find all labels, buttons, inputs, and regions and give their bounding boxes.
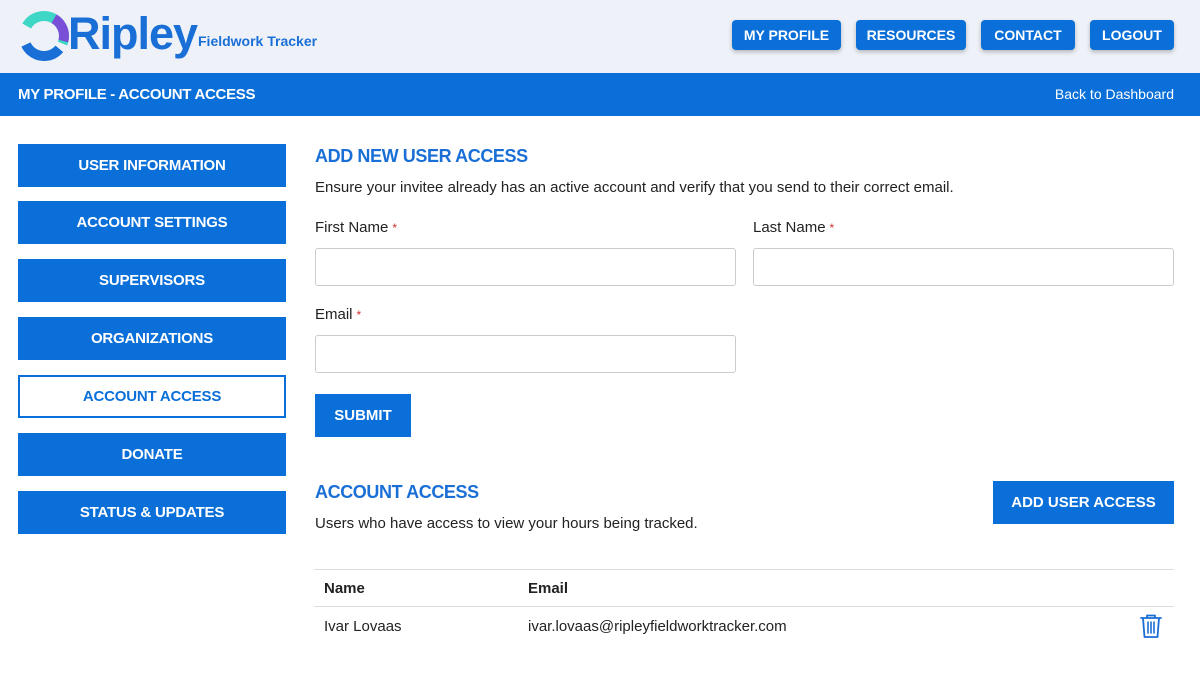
- email-input[interactable]: [315, 335, 736, 373]
- nav-contact-button[interactable]: CONTACT: [981, 20, 1075, 50]
- table-divider: [314, 606, 1174, 607]
- first-name-input[interactable]: [315, 248, 736, 286]
- nav-my-profile-button[interactable]: MY PROFILE: [732, 20, 841, 50]
- row-name-cell: Ivar Lovaas: [324, 618, 402, 635]
- first-name-label-text: First Name: [315, 219, 389, 236]
- account-access-description: Users who have access to view your hours…: [315, 515, 698, 532]
- nav-logout-button[interactable]: LOGOUT: [1090, 20, 1174, 50]
- first-name-label: First Name *: [315, 219, 397, 236]
- add-user-access-heading: ADD NEW USER ACCESS: [315, 146, 528, 166]
- required-marker: *: [392, 221, 398, 235]
- last-name-input[interactable]: [753, 248, 1174, 286]
- sidebar-item-status-updates[interactable]: STATUS & UPDATES: [18, 491, 286, 534]
- row-email-cell: ivar.lovaas@ripleyfieldworktracker.com: [528, 618, 787, 635]
- sidebar-item-organizations[interactable]: ORGANIZATIONS: [18, 317, 286, 360]
- required-marker: *: [829, 221, 835, 235]
- sidebar-item-supervisors[interactable]: SUPERVISORS: [18, 259, 286, 302]
- sidebar-item-account-access[interactable]: ACCOUNT ACCESS: [18, 375, 286, 418]
- top-header: Ripley Fieldwork Tracker MY PROFILE RESO…: [0, 0, 1200, 73]
- trash-icon[interactable]: [1139, 613, 1163, 639]
- table-divider: [314, 569, 1174, 570]
- email-label: Email *: [315, 306, 361, 323]
- email-label-text: Email: [315, 306, 353, 323]
- required-marker: *: [356, 308, 362, 322]
- last-name-label-text: Last Name: [753, 219, 826, 236]
- column-header-email: Email: [528, 580, 569, 597]
- brand-name[interactable]: Ripley: [68, 6, 198, 62]
- add-user-access-button[interactable]: ADD USER ACCESS: [993, 481, 1174, 524]
- page-title-bar: MY PROFILE - ACCOUNT ACCESS Back to Dash…: [0, 73, 1200, 116]
- page-title: MY PROFILE - ACCOUNT ACCESS: [18, 86, 256, 103]
- brand-subtitle: Fieldwork Tracker: [198, 33, 318, 49]
- sidebar-item-user-information[interactable]: USER INFORMATION: [18, 144, 286, 187]
- nav-resources-button[interactable]: RESOURCES: [856, 20, 966, 50]
- add-user-access-description: Ensure your invitee already has an activ…: [315, 179, 954, 196]
- ripley-logo-icon[interactable]: [18, 10, 70, 62]
- last-name-label: Last Name *: [753, 219, 834, 236]
- column-header-name: Name: [324, 580, 365, 597]
- sidebar-item-account-settings[interactable]: ACCOUNT SETTINGS: [18, 201, 286, 244]
- back-to-dashboard-link[interactable]: Back to Dashboard: [1055, 86, 1174, 102]
- account-access-heading: ACCOUNT ACCESS: [315, 482, 479, 502]
- sidebar-item-donate[interactable]: DONATE: [18, 433, 286, 476]
- submit-button[interactable]: SUBMIT: [315, 394, 411, 437]
